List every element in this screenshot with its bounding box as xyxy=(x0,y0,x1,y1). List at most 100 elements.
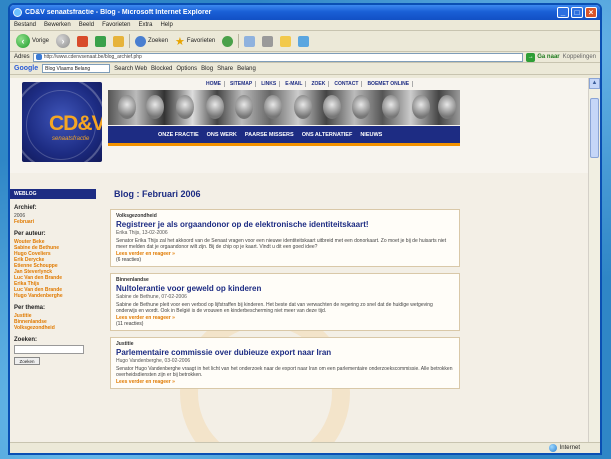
go-button[interactable]: → Ga naar xyxy=(526,52,560,62)
folder-icon xyxy=(280,35,292,47)
edit-button[interactable] xyxy=(278,35,293,48)
share-button[interactable]: Share xyxy=(217,66,233,72)
nav-paarse-missers[interactable]: PAARSE MISSERS xyxy=(245,132,294,138)
maximize-button[interactable]: □ xyxy=(571,7,583,18)
google-search-select[interactable]: Blog Vlaams Belang xyxy=(42,64,111,73)
belang-button[interactable]: Belang xyxy=(237,66,256,72)
post-category: Justitie xyxy=(116,341,134,347)
nav-ons-alternatief[interactable]: ONS ALTERNATIEF xyxy=(302,132,353,138)
topnav-email[interactable]: E-MAIL xyxy=(282,81,307,87)
vertical-scrollbar[interactable]: ▲ xyxy=(588,78,600,442)
menu-beeld[interactable]: Beeld xyxy=(79,22,94,28)
page-title: Blog : Februari 2006 xyxy=(114,189,201,199)
title-bar: CD&V senaatsfractie - Blog - Microsoft I… xyxy=(10,5,600,20)
refresh-button[interactable] xyxy=(93,35,108,48)
read-more-link[interactable]: Lees verder en reageer » xyxy=(116,379,454,385)
window-title: CD&V senaatsfractie - Blog - Microsoft I… xyxy=(25,9,212,16)
topnav-online[interactable]: BOEMET ONLINE xyxy=(364,81,414,87)
orange-divider xyxy=(108,143,460,146)
post-body: Senator Hugo Vandenberghe vraagt in het … xyxy=(116,366,453,378)
logo-subtitle: senaatsfractie xyxy=(52,136,90,142)
post-category: Binnenlandse xyxy=(116,277,149,283)
search-section: Zoeken: Zoeken xyxy=(10,331,96,365)
nav-nieuws[interactable]: NIEUWS xyxy=(360,132,382,138)
menu-bestand[interactable]: Bestand xyxy=(14,22,36,28)
scroll-up-button[interactable]: ▲ xyxy=(589,78,600,89)
themes-title: Per thema: xyxy=(14,305,46,311)
menu-favorieten[interactable]: Favorieten xyxy=(102,22,130,28)
topnav-links[interactable]: LINKS xyxy=(258,81,281,87)
nav-ons-werk[interactable]: ONS WERK xyxy=(207,132,237,138)
post-byline: Erika Thijs, 13-02-2006 xyxy=(116,230,168,236)
senator-photo-strip xyxy=(108,90,460,125)
toolbar-separator xyxy=(238,34,240,48)
menu-bar: Bestand Bewerken Beeld Favorieten Extra … xyxy=(10,20,600,31)
print-icon xyxy=(262,35,274,47)
post-title-link[interactable]: Parlementaire commissie over dubieuze ex… xyxy=(116,348,454,357)
go-arrow-icon: → xyxy=(526,52,536,62)
internet-zone-icon xyxy=(548,444,557,452)
topnav-home[interactable]: HOME xyxy=(203,81,225,87)
themes-section: Per thema: Justitie Binnenlandse Volksge… xyxy=(10,299,96,331)
post-body: Sabine de Bethune pleit voor een verbod … xyxy=(116,302,433,314)
menu-help[interactable]: Help xyxy=(160,22,172,28)
stop-icon xyxy=(77,35,89,47)
browser-window: CD&V senaatsfractie - Blog - Microsoft I… xyxy=(8,3,602,455)
home-button[interactable] xyxy=(111,35,126,48)
sidebar: WEBLOG Archief: 2006 Februari Per auteur… xyxy=(10,189,96,442)
ie-icon xyxy=(13,8,22,17)
blog-post: Volksgezondheid Registreer je als orgaan… xyxy=(110,209,460,267)
sidebar-search-input[interactable] xyxy=(14,345,84,354)
history-button[interactable] xyxy=(220,35,235,48)
cdv-logo[interactable]: CD&V senaatsfractie xyxy=(22,82,102,162)
favorites-button[interactable]: ★ Favorieten xyxy=(173,34,217,49)
address-input[interactable]: http://www.cdenvsenaat.be/blog_archief.p… xyxy=(32,52,524,62)
toolbar-separator xyxy=(129,34,131,48)
address-label: Adres xyxy=(14,54,30,60)
options-button[interactable]: Options xyxy=(176,66,197,72)
post-title-link[interactable]: Nultolerantie voor geweld op kinderen xyxy=(116,284,454,293)
forward-button[interactable]: › xyxy=(54,33,72,49)
authors-section: Per auteur: Wouter Beke Sabine de Bethun… xyxy=(10,225,96,299)
menu-bewerken[interactable]: Bewerken xyxy=(44,22,71,28)
stop-button[interactable] xyxy=(75,35,90,48)
refresh-icon xyxy=(95,35,107,47)
menu-extra[interactable]: Extra xyxy=(138,22,152,28)
nav-onze-fractie[interactable]: ONZE FRACTIE xyxy=(158,132,199,138)
authors-title: Per auteur: xyxy=(14,231,46,237)
topnav-sitemap[interactable]: SITEMAP xyxy=(227,81,257,87)
search-web-button[interactable]: Search Web xyxy=(114,66,147,72)
comment-count: (6 reacties) xyxy=(116,257,142,263)
search-icon xyxy=(135,35,147,47)
page-viewport: CD&V senaatsfractie HOME SITEMAP LINKS E… xyxy=(10,78,588,442)
post-byline: Hugo Vandenberghe, 03-02-2006 xyxy=(116,358,191,364)
mail-button[interactable] xyxy=(242,35,257,48)
blog-main: Blog : Februari 2006 Volksgezondheid Reg… xyxy=(110,183,460,442)
main-navigation: ONZE FRACTIE ONS WERK PAARSE MISSERS ONS… xyxy=(108,126,460,143)
links-button[interactable]: Koppelingen xyxy=(563,54,596,60)
mail-icon xyxy=(244,35,256,47)
messenger-button[interactable] xyxy=(296,35,311,48)
sidebar-search-button[interactable]: Zoeken xyxy=(14,357,40,365)
blog-button[interactable]: Blog xyxy=(201,66,213,72)
star-icon: ★ xyxy=(175,35,185,48)
close-button[interactable]: × xyxy=(585,7,597,18)
post-body: Senator Erika Thijs zal het akkoord van … xyxy=(116,238,447,250)
minimize-button[interactable]: _ xyxy=(557,7,569,18)
scroll-thumb[interactable] xyxy=(590,98,599,158)
standard-toolbar: ‹ Vorige › Zoeken ★ Favorieten xyxy=(10,31,600,52)
comment-count: (11 reacties) xyxy=(116,321,144,327)
print-button[interactable] xyxy=(260,35,275,48)
topnav-contact[interactable]: CONTACT xyxy=(331,81,363,87)
back-button[interactable]: ‹ Vorige xyxy=(14,33,51,49)
topnav-zoek[interactable]: ZOEK xyxy=(308,81,330,87)
top-navigation: HOME SITEMAP LINKS E-MAIL ZOEK CONTACT B… xyxy=(203,81,414,87)
post-title-link[interactable]: Registreer je als orgaandonor op de elek… xyxy=(116,220,454,229)
status-bar: Internet xyxy=(10,442,600,453)
popup-blocked-button[interactable]: Blocked xyxy=(151,66,172,72)
search-button[interactable]: Zoeken xyxy=(133,35,170,48)
blog-post: Justitie Parlementaire commissie over du… xyxy=(110,337,460,389)
history-icon xyxy=(222,35,234,47)
address-bar: Adres http://www.cdenvsenaat.be/blog_arc… xyxy=(10,52,600,63)
archive-title: Archief: xyxy=(14,205,37,211)
